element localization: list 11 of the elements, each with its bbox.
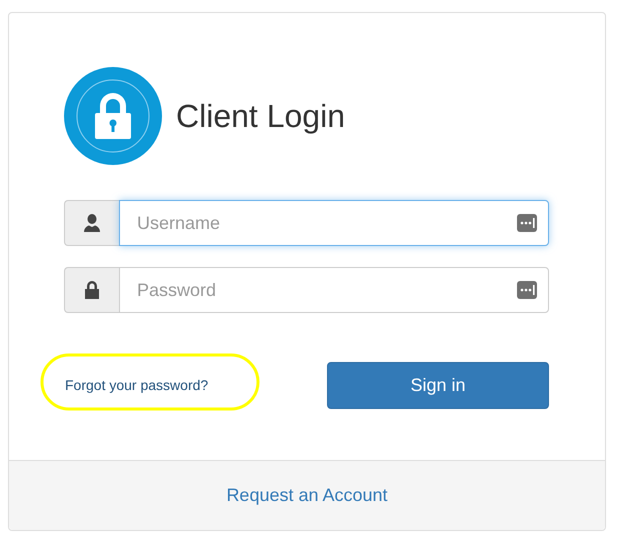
user-icon (83, 213, 101, 233)
password-manager-icon[interactable] (517, 281, 537, 299)
forgot-password-link[interactable]: Forgot your password? (65, 376, 208, 392)
request-account-link[interactable]: Request an Account (226, 482, 388, 509)
padlock-logo-icon (64, 67, 162, 165)
login-title: Client Login (176, 97, 345, 136)
sign-in-button[interactable]: Sign in (327, 362, 549, 409)
input-field[interactable]: Username (119, 200, 549, 246)
input-field[interactable]: Password (119, 267, 549, 313)
password-manager-icon[interactable] (517, 214, 537, 232)
lock-icon (83, 280, 101, 300)
